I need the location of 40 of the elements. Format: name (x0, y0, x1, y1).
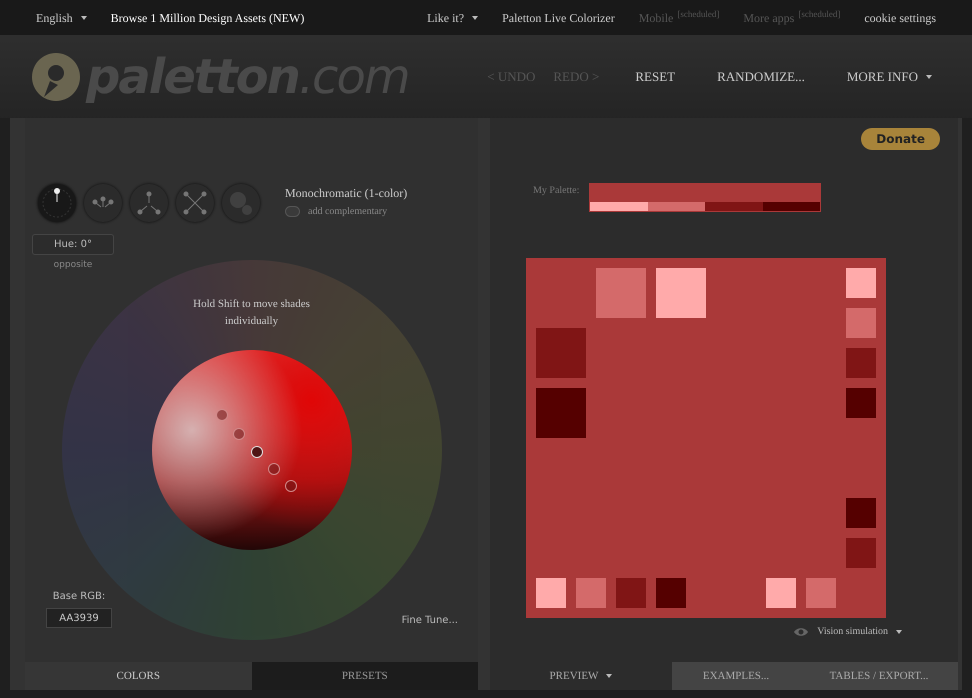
caret-icon (80, 16, 87, 20)
shade-handle[interactable] (268, 463, 280, 475)
toggle-label: add complementary (308, 205, 388, 219)
logo-icon (30, 50, 82, 102)
three-dots-icon (92, 196, 114, 210)
top-menu-link[interactable]: English (36, 8, 87, 26)
caret-icon (472, 16, 478, 20)
top-menu-link[interactable]: Browse 1 Million Design Assets (NEW) (110, 8, 304, 26)
caret-icon (896, 630, 902, 634)
shade-handle[interactable] (284, 480, 296, 492)
triangle-dots-icon (137, 191, 161, 215)
scheme-title: Monochromatic (1-color) (285, 185, 408, 202)
dial-icon (42, 188, 72, 218)
opposite-label: opposite (54, 259, 92, 272)
header-action[interactable]: RESET (635, 66, 676, 86)
panel-tab[interactable]: COLORS (25, 662, 252, 690)
scheduled-note: [scheduled] (677, 8, 720, 18)
circles-icon (229, 190, 253, 216)
shade-handle[interactable] (216, 409, 228, 421)
header-action[interactable]: RANDOMIZE... (717, 66, 805, 86)
vision-simulation-dropdown[interactable]: Vision simulation (817, 624, 902, 639)
top-menu-link[interactable]: Like it? (427, 8, 478, 26)
toggle-switch[interactable] (285, 206, 300, 217)
base-rgb-field[interactable]: AA3939 (46, 608, 112, 628)
panel-tab[interactable]: PRESETS (252, 662, 478, 690)
hue-field[interactable]: Hue: 0° (32, 234, 114, 255)
eye-icon (793, 626, 810, 636)
base-rgb-label: Base RGB: (52, 590, 106, 604)
palette-label: My Palette: (533, 184, 580, 198)
top-menu-link[interactable]: cookie settings (864, 8, 936, 26)
scheduled-note: [scheduled] (798, 8, 840, 18)
scheme-mode-button[interactable] (38, 184, 76, 222)
fine-tune-link[interactable]: Fine Tune... (402, 613, 458, 628)
shade-handle[interactable] (232, 428, 244, 440)
header-action[interactable]: MORE INFO (846, 66, 932, 86)
donate-button[interactable]: Donate (861, 128, 940, 150)
top-menu-link[interactable]: Paletton Live Colorizer (502, 8, 615, 26)
wheel-hint: Hold Shift to move shades individually (192, 297, 311, 328)
panel-tab[interactable]: PREVIEW (490, 662, 672, 690)
four-dots-icon (183, 191, 207, 215)
